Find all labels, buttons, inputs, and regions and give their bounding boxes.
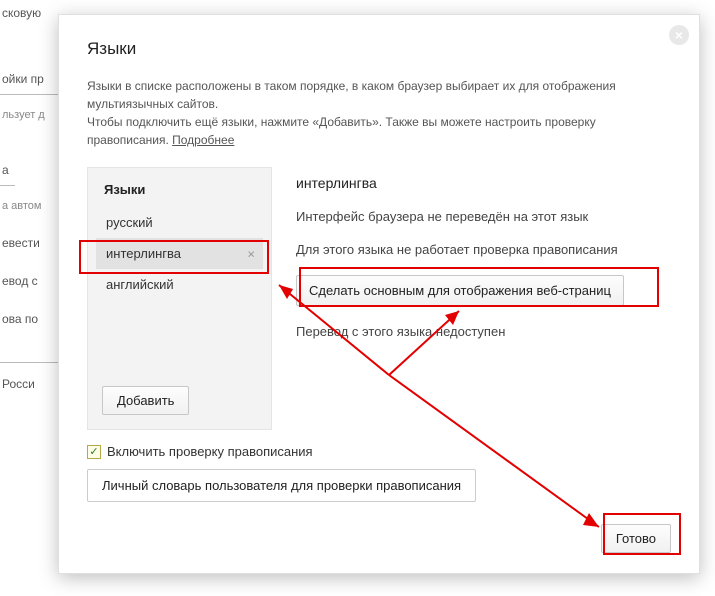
bg-text: а <box>0 157 58 183</box>
languages-dialog: × Языки Языки в списке расположены в так… <box>58 14 700 574</box>
checkbox-icon[interactable]: ✓ <box>87 445 101 459</box>
add-language-button[interactable]: Добавить <box>102 386 189 415</box>
intro-text: Языки в списке расположены в таком поряд… <box>87 79 616 111</box>
bg-text: Росси <box>0 371 58 397</box>
detail-translation-unavailable: Перевод с этого языка недоступен <box>296 324 671 339</box>
language-item-russian[interactable]: русский <box>96 207 263 238</box>
detail-ui-translation: Интерфейс браузера не переведён на этот … <box>296 209 671 224</box>
language-detail: интерлингва Интерфейс браузера не переве… <box>296 167 671 430</box>
bg-text: сковую <box>0 0 58 26</box>
learn-more-link[interactable]: Подробнее <box>172 133 234 147</box>
bg-text: евести <box>0 230 58 256</box>
make-primary-button[interactable]: Сделать основным для отображения веб-стр… <box>296 275 624 306</box>
language-item-english[interactable]: английский <box>96 269 263 300</box>
detail-heading: интерлингва <box>296 175 671 191</box>
bg-text: льзует д <box>0 103 58 127</box>
bg-text: а автом <box>0 194 58 218</box>
bg-text: евод с <box>0 268 58 294</box>
personal-dictionary-button[interactable]: Личный словарь пользователя для проверки… <box>87 469 476 502</box>
intro-text: Чтобы подключить ещё языки, нажмите «Доб… <box>87 115 596 147</box>
background-settings: сковую ойки пр льзует д а а автом евести… <box>0 0 58 596</box>
spellcheck-toggle-row[interactable]: ✓ Включить проверку правописания <box>87 444 671 459</box>
done-button[interactable]: Готово <box>601 524 671 553</box>
language-list: Языки русский интерлингва × английский Д… <box>87 167 272 430</box>
language-label: интерлингва <box>106 246 181 261</box>
close-icon[interactable]: × <box>669 25 689 45</box>
language-list-header: Языки <box>104 182 255 197</box>
dialog-title: Языки <box>87 39 671 59</box>
dialog-intro: Языки в списке расположены в таком поряд… <box>87 77 647 149</box>
bg-text: ойки пр <box>0 66 58 92</box>
language-item-interlingua[interactable]: интерлингва × <box>96 238 263 269</box>
detail-spellcheck: Для этого языка не работает проверка пра… <box>296 242 671 257</box>
language-label: русский <box>106 215 153 230</box>
spellcheck-toggle-label: Включить проверку правописания <box>107 444 313 459</box>
bg-text: ова по <box>0 306 58 332</box>
language-label: английский <box>106 277 174 292</box>
remove-language-icon[interactable]: × <box>247 246 255 261</box>
